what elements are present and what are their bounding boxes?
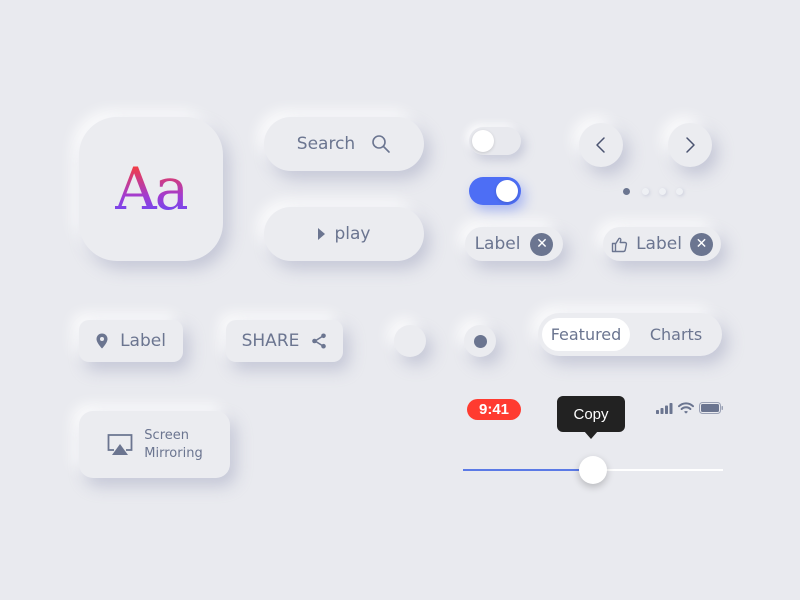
radio-button-selected[interactable] bbox=[464, 325, 496, 357]
font-app-glyph: Aa bbox=[114, 155, 189, 223]
search-button[interactable]: Search bbox=[264, 117, 424, 171]
share-icon bbox=[312, 333, 327, 349]
mirror-label-line2: Mirroring bbox=[144, 445, 203, 461]
toggle-switch-on[interactable] bbox=[469, 177, 521, 205]
search-label: Search bbox=[296, 134, 356, 154]
page-dot-active[interactable] bbox=[623, 188, 630, 195]
share-button[interactable]: SHARE bbox=[226, 320, 343, 362]
share-label: SHARE bbox=[241, 331, 300, 351]
segmented-control: Featured Charts bbox=[538, 313, 722, 356]
close-icon[interactable]: ✕ bbox=[689, 232, 713, 256]
segment-featured[interactable]: Featured bbox=[542, 318, 630, 351]
play-icon bbox=[317, 228, 325, 240]
app-icon-tile[interactable]: Aa bbox=[79, 117, 223, 261]
battery-icon bbox=[699, 402, 723, 414]
play-button[interactable]: play bbox=[264, 207, 424, 261]
chip-label: Label bbox=[636, 234, 682, 254]
status-time-pill: 9:41 bbox=[467, 399, 521, 420]
status-icons bbox=[656, 402, 724, 414]
play-label: play bbox=[334, 224, 371, 244]
page-dot[interactable] bbox=[676, 188, 683, 195]
search-icon bbox=[372, 135, 391, 153]
close-icon[interactable]: ✕ bbox=[530, 232, 554, 256]
page-dot[interactable] bbox=[642, 188, 649, 195]
location-label-button[interactable]: Label bbox=[79, 320, 183, 362]
page-dot[interactable] bbox=[659, 188, 666, 195]
slider-thumb[interactable] bbox=[579, 456, 607, 484]
radio-dot bbox=[473, 334, 487, 348]
tooltip-arrow bbox=[584, 431, 598, 439]
radio-button-unselected[interactable] bbox=[394, 325, 426, 357]
location-pin-icon bbox=[96, 333, 108, 349]
toggle-knob bbox=[472, 130, 494, 152]
thumbs-up-chip[interactable]: Label ✕ bbox=[603, 227, 721, 261]
label-chip[interactable]: Label ✕ bbox=[465, 227, 563, 261]
copy-tooltip: Copy bbox=[557, 396, 625, 432]
chevron-left-icon bbox=[596, 137, 605, 153]
slider-fill bbox=[463, 469, 593, 471]
signal-icon bbox=[656, 403, 673, 414]
wifi-icon bbox=[678, 402, 694, 414]
next-button[interactable] bbox=[668, 123, 712, 167]
mirror-label-line1: Screen bbox=[144, 427, 189, 443]
airplay-icon bbox=[107, 433, 133, 455]
chevron-right-icon bbox=[686, 137, 695, 153]
toggle-switch-off[interactable] bbox=[469, 127, 521, 155]
screen-mirroring-button[interactable]: Screen Mirroring bbox=[79, 411, 230, 478]
chip-label: Label bbox=[474, 234, 521, 254]
thumbs-up-icon bbox=[611, 237, 628, 252]
location-label-text: Label bbox=[120, 331, 166, 351]
segment-charts[interactable]: Charts bbox=[634, 318, 718, 351]
toggle-knob bbox=[496, 180, 518, 202]
previous-button[interactable] bbox=[579, 123, 623, 167]
